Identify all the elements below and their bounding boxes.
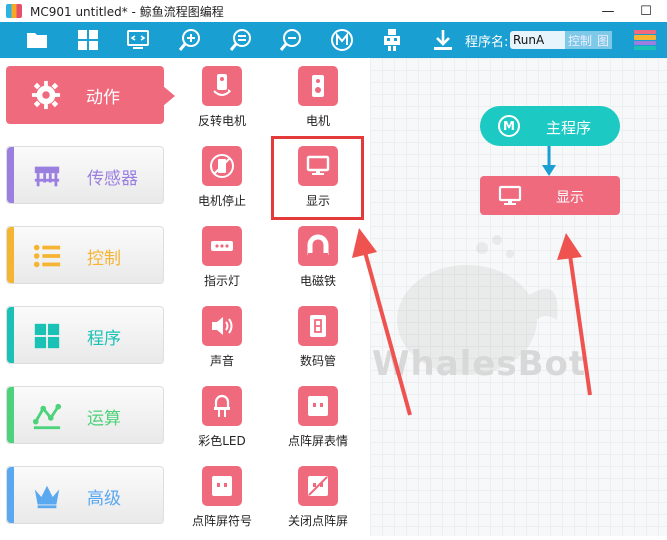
monitor-icon xyxy=(306,155,330,175)
tab-control[interactable]: 控制 xyxy=(565,31,596,49)
code-monitor-icon[interactable] xyxy=(124,26,152,54)
motor-stop-icon xyxy=(210,154,234,178)
block-electromagnet[interactable]: 电磁铁 xyxy=(263,220,373,300)
category-label: 高级 xyxy=(87,489,121,509)
minimize-button[interactable]: — xyxy=(592,0,624,22)
block-label: 电机停止 xyxy=(197,194,246,208)
program-name-label: 程序名: xyxy=(465,35,509,50)
zoom-out-icon[interactable] xyxy=(277,26,305,54)
block-label: 指示灯 xyxy=(203,274,240,288)
maximize-button[interactable]: ☐ xyxy=(630,0,662,22)
folder-icon[interactable] xyxy=(23,26,51,54)
stack-blocks-icon[interactable] xyxy=(634,30,656,50)
block-label: 彩色LED xyxy=(198,434,246,448)
block-label: 点阵屏符号 xyxy=(191,514,252,528)
zoom-in-icon[interactable] xyxy=(176,26,204,54)
tab-chart[interactable]: 图 xyxy=(594,31,613,49)
reverse-motor-icon xyxy=(213,74,231,96)
led-icon xyxy=(214,394,230,417)
category-program[interactable]: 程序 xyxy=(6,306,164,364)
motor-icon xyxy=(312,75,324,97)
speaker-icon xyxy=(212,317,233,335)
digital-tube-icon xyxy=(310,315,326,337)
title-bar: MC901 untitled* - 鲸鱼流程图编程 — ☐ xyxy=(0,0,667,22)
block-label: 声音 xyxy=(209,354,234,368)
matrix-symbol-icon xyxy=(212,476,232,496)
block-display[interactable]: 显示 xyxy=(263,140,373,220)
block-reverse-motor[interactable]: 反转电机 xyxy=(167,60,277,140)
category-advanced[interactable]: 高级 xyxy=(6,466,164,524)
watermark-text: WhalesBot xyxy=(372,344,587,384)
category-action[interactable]: 动作 xyxy=(6,66,164,124)
grid-icon[interactable] xyxy=(74,26,102,54)
category-label: 程序 xyxy=(87,329,121,349)
block-label: 关闭点阵屏 xyxy=(287,514,348,528)
monitor-icon xyxy=(498,185,522,205)
node-label: 显示 xyxy=(556,190,584,206)
category-label: 运算 xyxy=(87,409,121,429)
toolbar: 程序名: 控制 图 xyxy=(0,22,667,58)
indicator-light-icon xyxy=(211,241,233,251)
category-control[interactable]: 控制 xyxy=(6,226,164,284)
app-logo-icon xyxy=(6,4,22,18)
node-label: 主程序 xyxy=(546,119,592,137)
block-digital-tube[interactable]: 数码管 xyxy=(263,300,373,380)
block-label: 显示 xyxy=(305,194,330,208)
block-indicator-light[interactable]: 指示灯 xyxy=(167,220,277,300)
block-color-led[interactable]: 彩色LED xyxy=(167,380,277,460)
category-label: 传感器 xyxy=(87,169,138,189)
download-icon[interactable] xyxy=(429,26,457,54)
block-label: 反转电机 xyxy=(197,114,246,128)
category-sensor[interactable]: 传感器 xyxy=(6,146,164,204)
m-circle-icon[interactable] xyxy=(328,26,356,54)
category-label: 控制 xyxy=(87,249,121,269)
robot-icon[interactable] xyxy=(378,26,406,54)
block-label: 点阵屏表情 xyxy=(287,434,348,448)
zoom-reset-icon[interactable] xyxy=(227,26,255,54)
list-icon xyxy=(33,244,61,268)
graph-icon xyxy=(32,403,62,430)
block-label: 数码管 xyxy=(299,354,336,368)
m-circle-icon: M xyxy=(498,115,520,137)
block-motor-stop[interactable]: 电机停止 xyxy=(167,140,277,220)
program-name-input[interactable] xyxy=(510,31,568,49)
block-label: 电机 xyxy=(305,114,330,128)
blocks-icon xyxy=(34,323,60,349)
block-matrix-expression[interactable]: 点阵屏表情 xyxy=(263,380,373,460)
gear-icon xyxy=(31,80,61,110)
window-title: MC901 untitled* - 鲸鱼流程图编程 xyxy=(30,4,224,19)
sensor-icon xyxy=(34,166,60,187)
block-matrix-symbol[interactable]: 点阵屏符号 xyxy=(167,460,277,540)
block-label: 电磁铁 xyxy=(299,274,336,288)
category-label: 动作 xyxy=(86,88,120,108)
matrix-off-icon xyxy=(308,476,328,496)
crown-icon xyxy=(34,485,60,509)
block-motor[interactable]: 电机 xyxy=(263,60,373,140)
magnet-icon xyxy=(307,234,329,256)
flow-node-display[interactable]: 显示 xyxy=(480,176,620,215)
category-operator[interactable]: 运算 xyxy=(6,386,164,444)
flow-node-main-program[interactable]: M 主程序 xyxy=(480,106,620,146)
block-matrix-off[interactable]: 关闭点阵屏 xyxy=(263,460,373,540)
block-sound[interactable]: 声音 xyxy=(167,300,277,380)
matrix-expression-icon xyxy=(308,396,328,416)
